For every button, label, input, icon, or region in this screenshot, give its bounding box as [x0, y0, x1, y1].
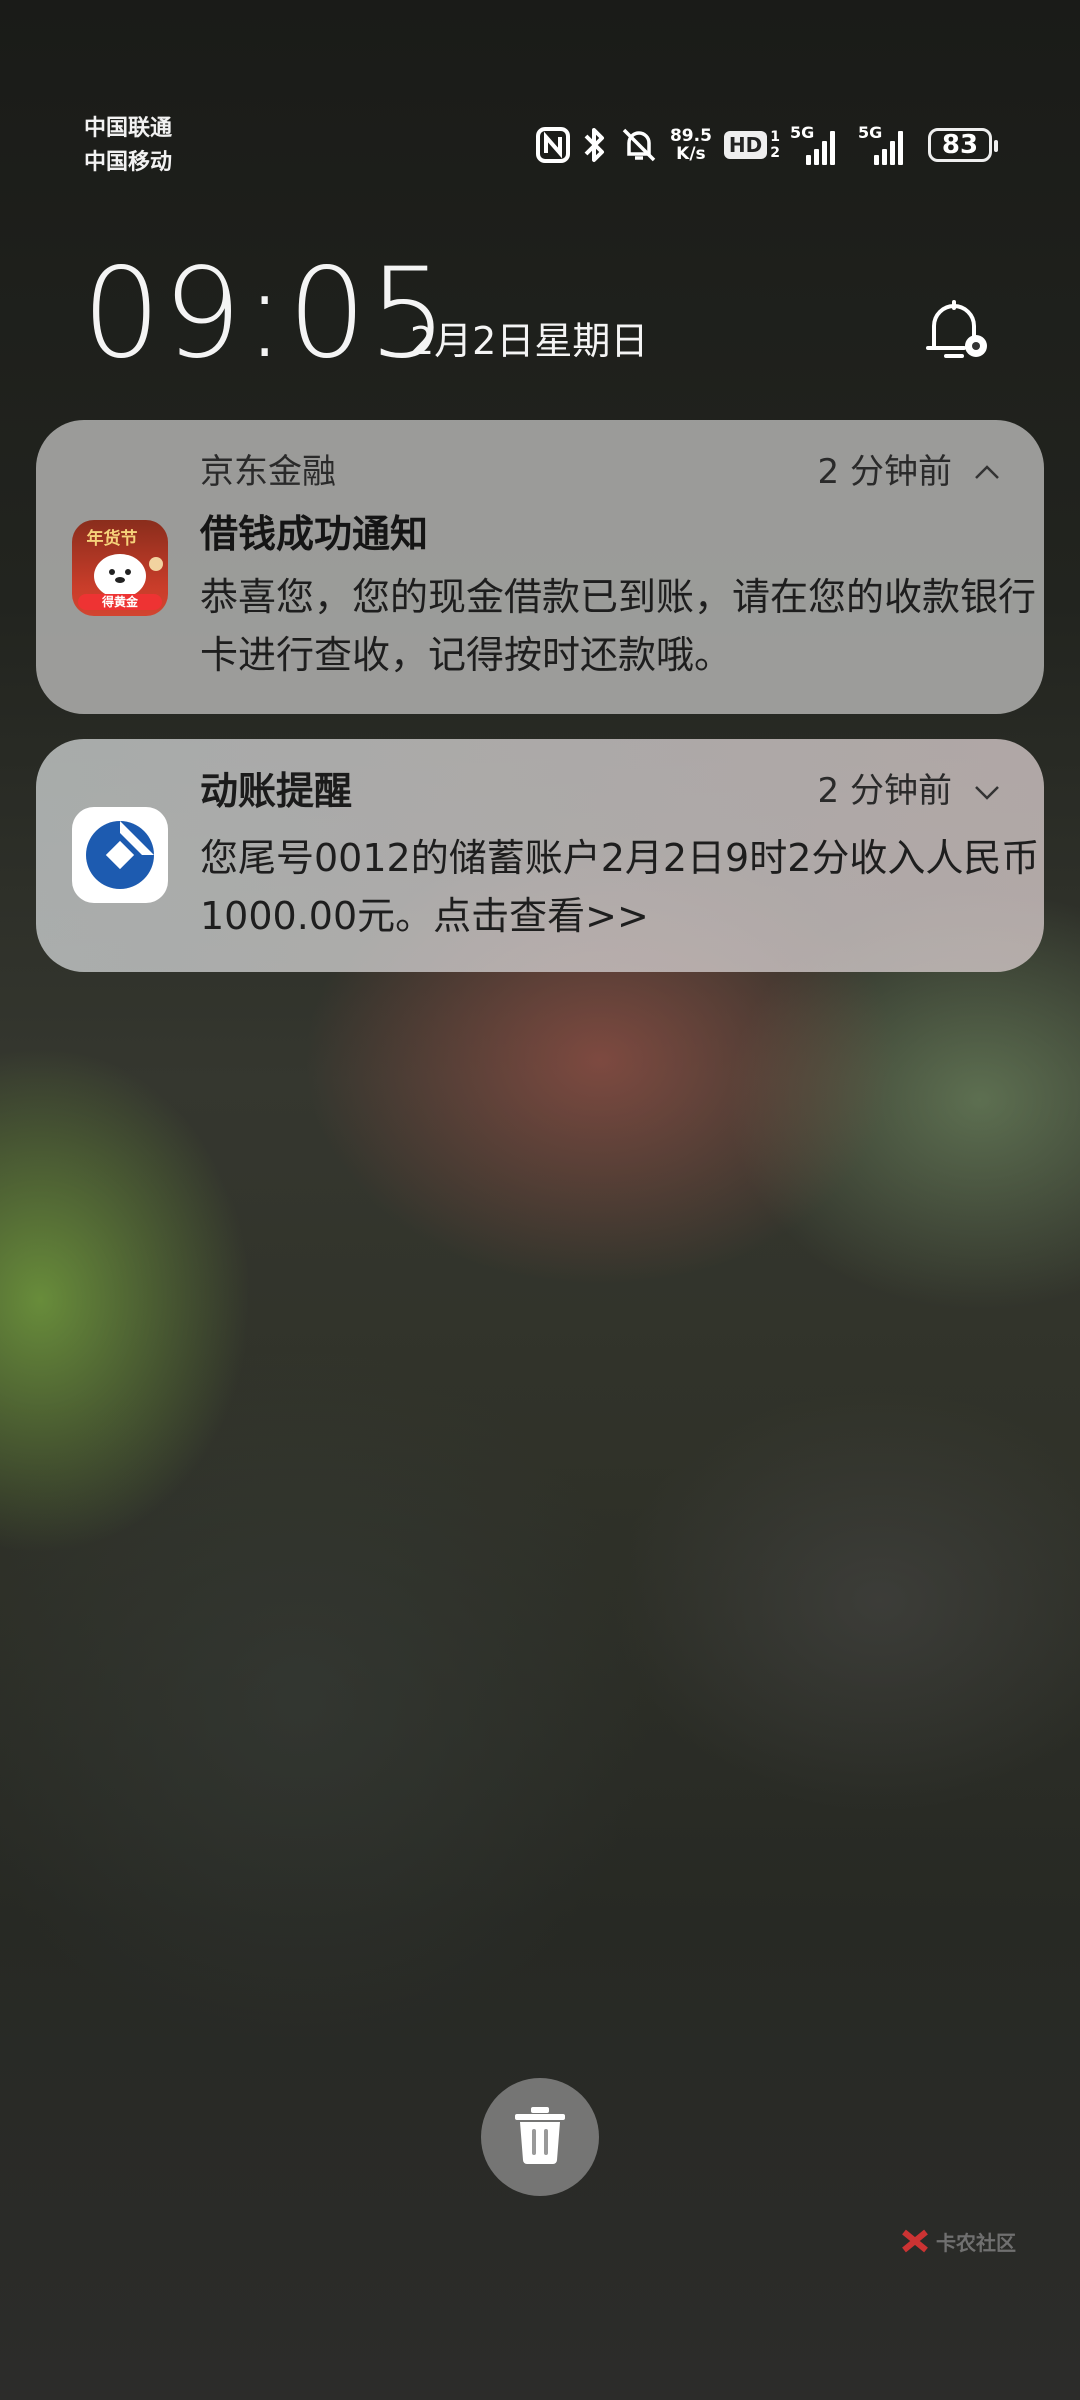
watermark-logo-icon [902, 2229, 928, 2253]
notification-time: 2 分钟前 [817, 771, 952, 811]
lockscreen-time: 09:05 [82, 242, 450, 386]
notification-app-name: 动账提醒 [200, 769, 353, 813]
nfc-icon [535, 127, 570, 163]
carrier-1: 中国联通 [84, 116, 173, 141]
jd-finance-app-icon: 得黄金 年货节 [72, 520, 168, 616]
volte-indicator: HD 12 [723, 129, 780, 161]
lockscreen-date: 2月2日星期日 [410, 319, 649, 363]
notification-app-name: 京东金融 [200, 452, 336, 492]
status-icons: 89.5 K/s HD 12 5G 5G 83 [535, 120, 998, 170]
trash-icon [511, 2104, 569, 2170]
ccb-bank-app-icon [72, 807, 168, 903]
bluetooth-icon [582, 126, 608, 164]
chevron-down-icon[interactable] [970, 775, 1004, 809]
watermark-text: 卡农社区 [936, 2230, 1016, 2255]
hd-badge: HD [723, 131, 768, 159]
notification-card-account-alert[interactable]: 动账提醒 2 分钟前 您尾号0012的储蓄账户2月2日9时2分收入人民币1000… [36, 739, 1044, 972]
battery-icon: 83 [928, 128, 998, 162]
notification-title: 借钱成功通知 [200, 512, 429, 556]
notification-settings-icon[interactable] [920, 292, 994, 366]
network-speed: 89.5 K/s [669, 126, 712, 164]
svg-text:得黄金: 得黄金 [101, 594, 139, 609]
clear-notifications-button[interactable] [481, 2078, 599, 2196]
carrier-names: 中国联通 中国移动 [84, 112, 172, 180]
chevron-up-icon[interactable] [970, 456, 1004, 490]
bell-off-icon [620, 126, 658, 164]
notification-body: 恭喜您，您的现金借款已到账，请在您的收款银行卡进行查收，记得按时还款哦。 [200, 575, 1037, 677]
watermark: 卡农社区 [900, 2226, 1016, 2256]
notification-time: 2 分钟前 [817, 452, 952, 492]
carrier-2: 中国移动 [84, 150, 173, 175]
svg-text:年货节: 年货节 [87, 528, 138, 549]
notification-card-jd-finance[interactable]: 得黄金 年货节 京东金融 2 分钟前 借钱成功通知 恭喜您，您的现金借款已到账，… [36, 420, 1044, 714]
signal-icon-sim1: 5G [790, 123, 848, 165]
signal-icon-sim2: 5G [858, 123, 916, 165]
notification-body: 您尾号0012的储蓄账户2月2日9时2分收入人民币1000.00元。点击查看>> [200, 836, 1040, 938]
